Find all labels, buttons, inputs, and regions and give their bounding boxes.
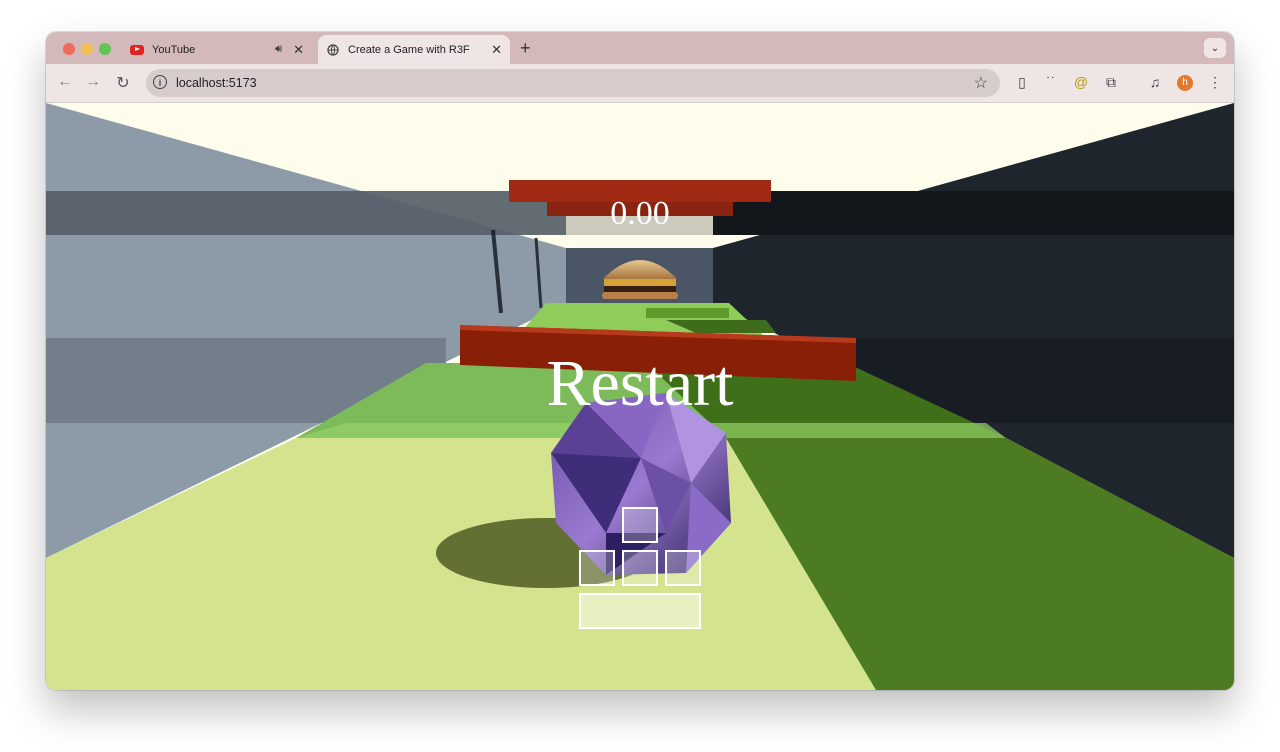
close-window-button[interactable] [63,43,75,55]
media-controls-icon[interactable]: ♫ [1146,74,1164,90]
globe-icon [326,43,340,57]
youtube-icon [130,43,144,57]
forward-button[interactable]: → [83,73,103,91]
extensions-puzzle-icon[interactable]: ⧉ [1102,74,1120,91]
extension-face-icon[interactable]: ˙˙ [1042,74,1060,90]
extension-at-icon[interactable]: @ [1072,74,1090,90]
key-forward [622,507,658,543]
tab-bar: YouTube 🔊︎ ✕ Create a Game with R3F ✕ + … [46,32,1234,64]
minimize-window-button[interactable] [81,43,93,55]
avatar[interactable]: h [1177,75,1193,91]
key-jump [579,593,701,629]
close-tab-button[interactable]: ✕ [293,42,304,58]
speaker-icon[interactable]: 🔊︎ [275,43,282,56]
restart-button[interactable]: Restart [46,346,1234,422]
menu-icon[interactable]: ⋮ [1206,74,1224,91]
key-right [665,550,701,586]
back-button[interactable]: ← [55,73,75,91]
key-backward [622,550,658,586]
bookmark-star-icon[interactable]: ☆ [974,73,988,93]
tab-create-game[interactable]: Create a Game with R3F ✕ [318,35,510,64]
key-left [579,550,615,586]
browser-window: YouTube 🔊︎ ✕ Create a Game with R3F ✕ + … [46,32,1234,690]
address-bar[interactable]: i localhost:5173 ☆ [146,69,1000,97]
maximize-window-button[interactable] [99,43,111,55]
close-tab-button[interactable]: ✕ [491,42,502,58]
reading-mode-icon[interactable]: ▯ [1013,74,1031,91]
new-tab-button[interactable]: + [520,38,531,59]
tab-title: Create a Game with R3F [348,43,470,56]
reload-button[interactable]: ↻ [113,73,133,93]
tab-title: YouTube [152,43,196,56]
tab-search-button[interactable]: ⌄ [1204,38,1226,58]
url-text: localhost:5173 [176,76,257,90]
site-info-icon[interactable]: i [153,75,167,89]
tab-youtube[interactable]: YouTube 🔊︎ ✕ [122,35,312,64]
toolbar: ← → ↻ i localhost:5173 ☆ ▯ ˙˙ @ ⧉ ♫ h ⋮ [46,64,1234,103]
timer-display: 0.00 [610,195,670,232]
game-canvas[interactable]: 0.00 Restart [46,103,1234,690]
